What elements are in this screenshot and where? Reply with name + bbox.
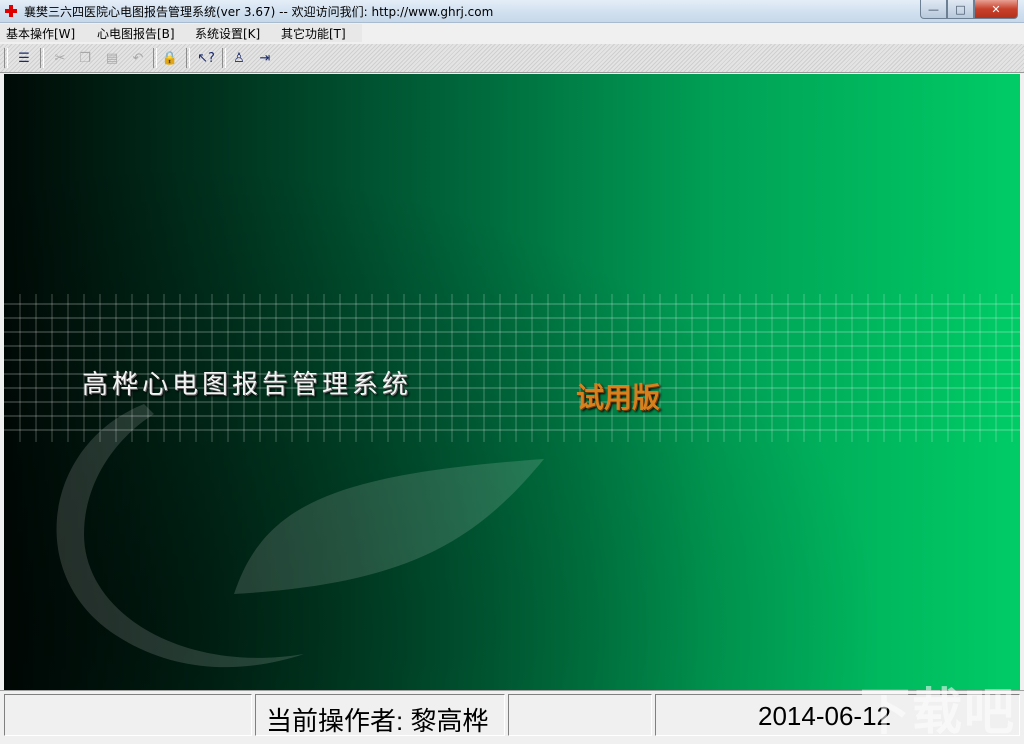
minimize-button[interactable]: —	[920, 0, 947, 19]
close-button[interactable]: ✕	[974, 0, 1018, 19]
menu-ecg-report[interactable]: 心电图报告[B]	[97, 25, 175, 42]
help-pointer-icon[interactable]: ↖?	[195, 49, 217, 67]
menu-basic-operations[interactable]: 基本操作[W]	[6, 25, 75, 42]
status-panel-operator: 当前操作者: 黎高桦	[255, 694, 505, 736]
form-icon[interactable]: ☰	[15, 49, 33, 67]
trial-version-label: 试用版	[576, 381, 661, 414]
red-cross-app-icon	[4, 4, 18, 18]
splash-area: 高桦心电图报告管理系统 试用版	[4, 74, 1020, 690]
watermark: 下载吧	[860, 683, 1016, 741]
exit-icon[interactable]: ⇥	[256, 49, 274, 67]
menu-system-settings[interactable]: 系统设置[K]	[195, 25, 260, 42]
toolbar-separator	[186, 48, 190, 68]
status-panel-empty-2	[508, 694, 652, 736]
menu-other-functions[interactable]: 其它功能[T]	[281, 25, 346, 42]
window-controls: — □ ✕	[920, 0, 1018, 19]
logo-leaf	[234, 459, 544, 594]
toolbar-separator	[153, 48, 157, 68]
status-panel-empty	[4, 694, 252, 736]
cut-icon[interactable]: ✂	[51, 49, 69, 67]
toolbar-grip	[4, 48, 8, 68]
copy-icon[interactable]: ❐	[76, 49, 94, 67]
lock-icon[interactable]: 🔒	[161, 49, 179, 67]
operator-text: 当前操作者: 黎高桦	[266, 706, 489, 736]
menu-bar: 基本操作[W] 心电图报告[B] 系统设置[K] 其它功能[T]	[0, 23, 1024, 43]
user-icon[interactable]: ♙	[230, 49, 248, 67]
toolbar: ☰ ✂ ❐ ▤ ↶ 🔒 ↖? ♙ ⇥	[0, 44, 1024, 73]
system-name-banner: 高桦心电图报告管理系统	[82, 370, 413, 400]
paste-icon[interactable]: ▤	[103, 49, 121, 67]
maximize-button[interactable]: □	[947, 0, 974, 19]
toolbar-separator	[222, 48, 226, 68]
toolbar-separator	[40, 48, 44, 68]
title-bar: 襄樊三六四医院心电图报告管理系统(ver 3.67) -- 欢迎访问我们: ht…	[0, 0, 1024, 23]
undo-icon[interactable]: ↶	[129, 49, 147, 67]
logo-swoosh	[56, 404, 304, 668]
window-title: 襄樊三六四医院心电图报告管理系统(ver 3.67) -- 欢迎访问我们: ht…	[24, 5, 494, 19]
